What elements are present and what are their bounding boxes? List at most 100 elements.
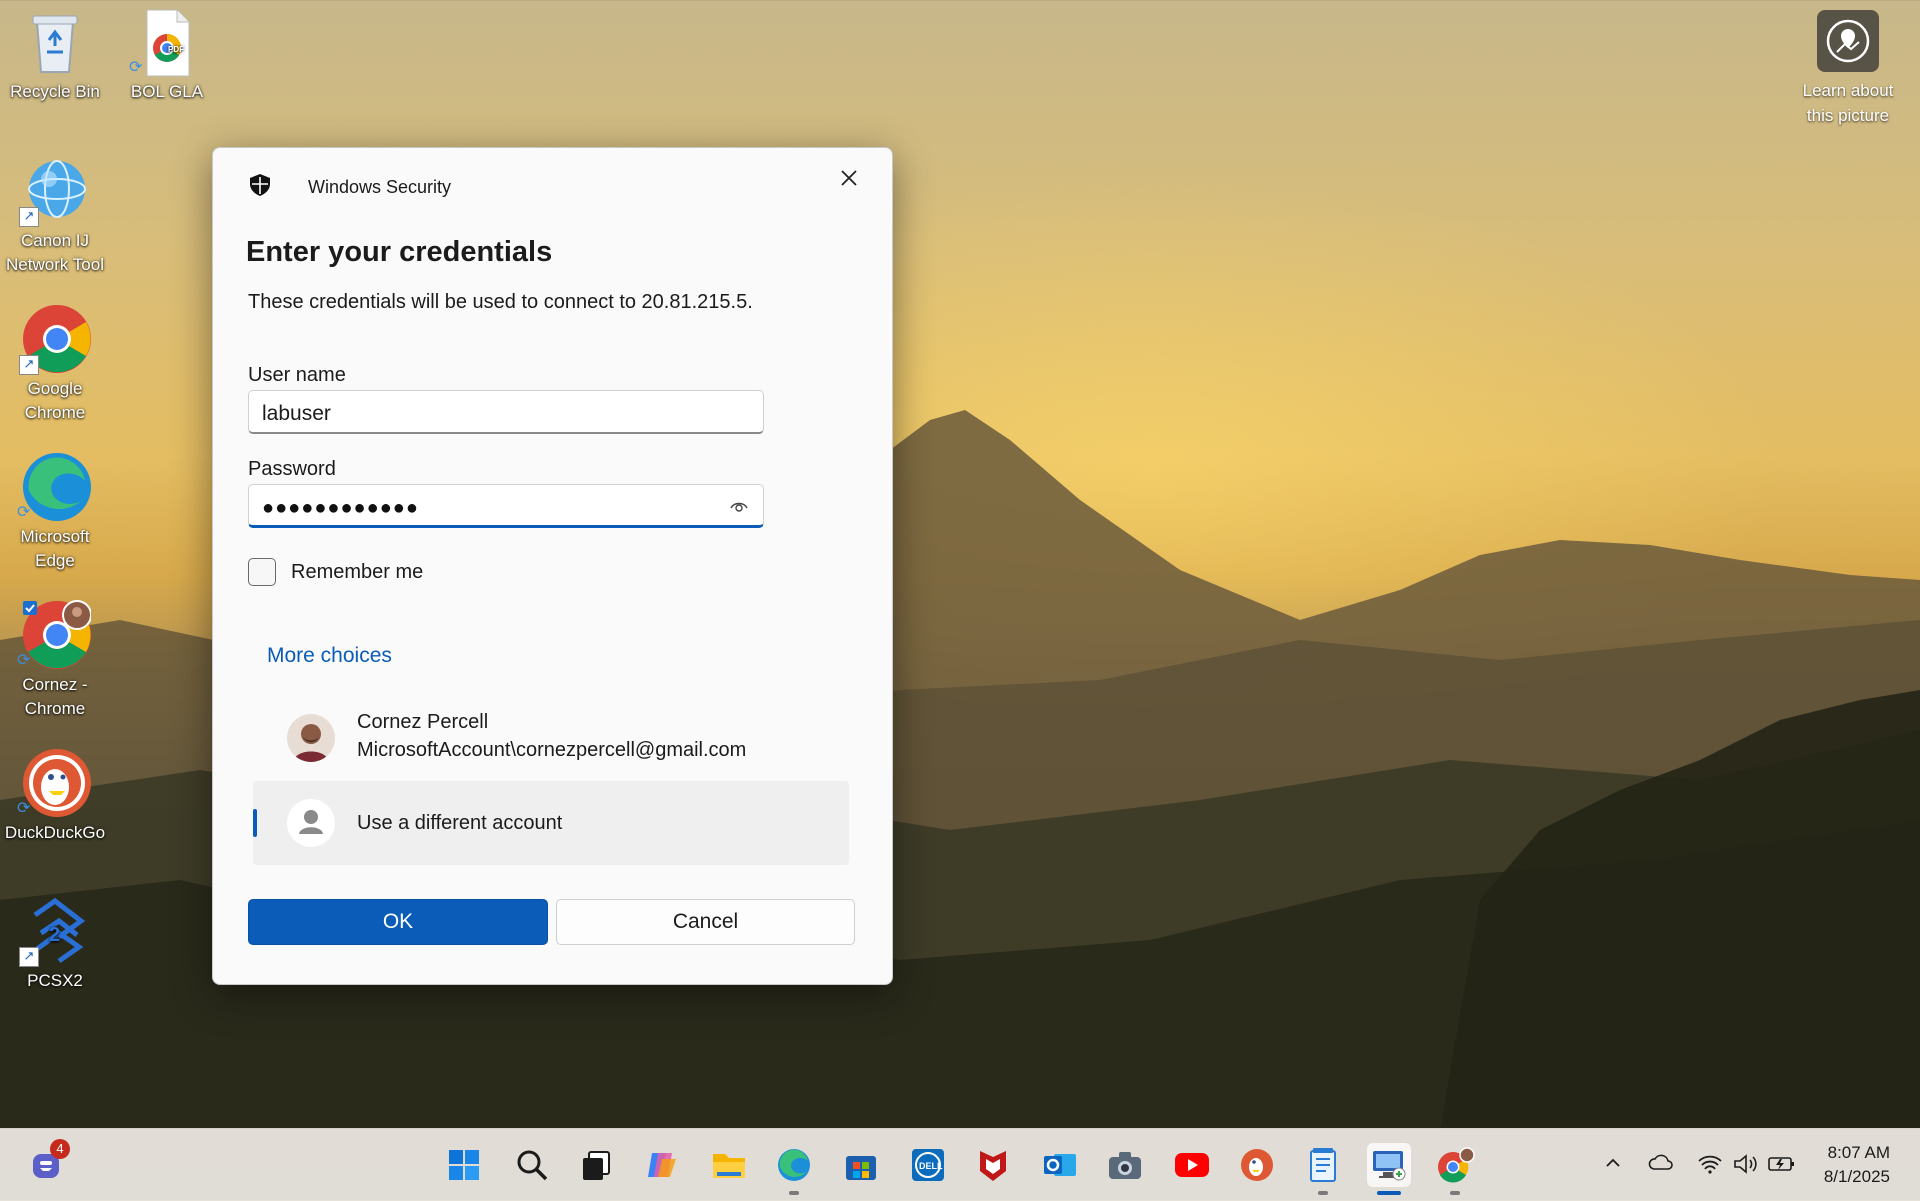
notification-badge: 4 <box>50 1139 70 1159</box>
desktop-icon-recycle-bin[interactable]: Recycle Bin <box>0 6 110 104</box>
chrome-icon: ↗ <box>19 303 91 375</box>
close-button[interactable] <box>826 158 872 198</box>
camera-icon <box>1109 1152 1141 1179</box>
remote-desktop-icon <box>1373 1151 1406 1181</box>
edge-icon: ⟳ <box>17 451 91 523</box>
canon-network-tool-icon: ↗ <box>19 155 91 227</box>
running-indicator <box>789 1191 799 1195</box>
file-explorer-icon <box>713 1154 745 1178</box>
desktop-icon-microsoft-edge[interactable]: ⟳ Microsoft Edge <box>0 451 110 573</box>
start-button[interactable] <box>442 1143 486 1187</box>
mcafee-icon <box>980 1151 1006 1181</box>
notepad-icon <box>1310 1148 1336 1182</box>
edge-icon <box>778 1149 810 1181</box>
edge-button[interactable] <box>772 1143 816 1195</box>
shield-icon <box>247 172 273 203</box>
username-field[interactable]: labuser <box>248 390 764 434</box>
avatar <box>287 714 335 762</box>
microsoft-store-icon <box>846 1156 876 1180</box>
dell-button[interactable]: DELL <box>906 1143 950 1187</box>
duckduckgo-icon <box>1241 1149 1273 1181</box>
search-button[interactable] <box>510 1143 554 1187</box>
svg-text:DELL: DELL <box>919 1161 943 1171</box>
remember-me-checkbox[interactable] <box>248 558 276 586</box>
desktop-icon-bol-gla[interactable]: PDF ⟳ BOL GLA <box>112 6 222 104</box>
learn-about-label: Learn about this picture <box>1802 81 1894 125</box>
account-name: Use a different account <box>357 812 563 834</box>
running-indicator <box>1318 1191 1328 1195</box>
more-choices-link[interactable]: More choices <box>267 644 392 668</box>
svg-text:PDF: PDF <box>168 45 184 54</box>
pdf-file-icon: PDF ⟳ <box>129 6 203 78</box>
windows-security-dialog: Windows Security Enter your credentials … <box>212 147 893 985</box>
desktop-icon-label: Canon IJ Network Tool <box>6 231 104 274</box>
learn-about-picture[interactable]: Learn about this picture <box>1788 10 1908 128</box>
dialog-title-bar: Windows Security <box>247 172 451 203</box>
system-clock[interactable]: 8:07 AM 8/1/2025 <box>1824 1141 1890 1189</box>
desktop-icon-label: Microsoft Edge <box>20 527 90 570</box>
password-label: Password <box>248 458 336 480</box>
camera-button[interactable] <box>1103 1143 1147 1187</box>
close-icon <box>841 170 857 186</box>
desktop-icon-label: Cornez - Chrome <box>22 675 88 718</box>
dialog-title: Windows Security <box>308 177 452 197</box>
remote-desktop-button[interactable] <box>1367 1143 1411 1195</box>
teams-button[interactable]: 4 <box>26 1139 70 1187</box>
desktop-icon-label: BOL GLA <box>130 82 204 101</box>
chrome-profile-icon: ⟳ <box>17 599 92 671</box>
desktop-icon-label: DuckDuckGo <box>4 823 106 842</box>
password-value: ●●●●●●●●●●●● <box>262 497 419 519</box>
camera-location-icon <box>1817 10 1879 72</box>
recycle-bin-icon <box>19 6 91 78</box>
file-explorer-button[interactable] <box>707 1143 751 1187</box>
dialog-heading: Enter your credentials <box>246 236 553 268</box>
wifi-icon[interactable] <box>1697 1153 1723 1180</box>
desktop-icon-pcsx2[interactable]: 2 ↗ PCSX2 <box>0 895 110 993</box>
running-indicator <box>1450 1191 1460 1195</box>
task-view-icon <box>583 1151 610 1180</box>
active-indicator <box>1377 1191 1401 1195</box>
show-hidden-icons-chevron[interactable] <box>1603 1153 1623 1178</box>
account-option-different[interactable]: Use a different account <box>253 781 849 865</box>
task-view-button[interactable] <box>574 1143 618 1187</box>
username-label: User name <box>248 364 346 386</box>
volume-icon[interactable] <box>1732 1153 1760 1180</box>
windows-start-icon <box>449 1150 479 1180</box>
search-icon <box>517 1150 548 1181</box>
desktop-icon-label: Google Chrome <box>24 379 86 422</box>
outlook-button[interactable] <box>1038 1143 1082 1187</box>
remember-me-label[interactable]: Remember me <box>291 561 423 584</box>
chrome-icon <box>1438 1147 1475 1183</box>
desktop-icon-canon[interactable]: ↗ Canon IJ Network Tool <box>0 155 110 277</box>
youtube-button[interactable] <box>1170 1143 1214 1187</box>
copilot-icon <box>648 1153 676 1177</box>
username-value: labuser <box>262 402 331 425</box>
reveal-password-icon[interactable] <box>729 497 749 520</box>
person-icon <box>287 799 335 847</box>
taskbar: 4 DELL 8:07 AM 8/1/2025 <box>0 1128 1920 1201</box>
selection-indicator <box>253 809 257 837</box>
notepad-button[interactable] <box>1301 1143 1345 1195</box>
copilot-button[interactable] <box>640 1143 684 1187</box>
mcafee-button[interactable] <box>971 1143 1015 1187</box>
account-detail: MicrosoftAccount\cornezpercell@gmail.com <box>357 739 747 761</box>
battery-charging-icon[interactable] <box>1767 1153 1797 1180</box>
chrome-button[interactable] <box>1433 1143 1477 1195</box>
outlook-icon <box>1044 1154 1076 1176</box>
clock-time: 8:07 AM <box>1827 1143 1890 1162</box>
account-option-cornez[interactable]: Cornez Percell MicrosoftAccount\cornezpe… <box>253 693 849 777</box>
desktop-icon-label: PCSX2 <box>27 971 83 990</box>
clock-date: 8/1/2025 <box>1823 1167 1890 1186</box>
desktop-icon-google-chrome[interactable]: ↗ Google Chrome <box>0 303 110 425</box>
account-name: Cornez Percell <box>357 711 489 733</box>
onedrive-icon[interactable] <box>1648 1153 1674 1178</box>
cancel-button[interactable]: Cancel <box>556 899 855 945</box>
dell-icon: DELL <box>912 1149 944 1181</box>
desktop-icon-cornez-chrome[interactable]: ⟳ Cornez - Chrome <box>0 599 110 721</box>
desktop-icon-duckduckgo[interactable]: ⟳ DuckDuckGo <box>0 747 110 845</box>
store-button[interactable] <box>839 1143 883 1187</box>
ok-button[interactable]: OK <box>248 899 548 945</box>
duckduckgo-icon: ⟳ <box>17 747 91 819</box>
duckduckgo-button[interactable] <box>1235 1143 1279 1187</box>
password-field[interactable]: ●●●●●●●●●●●● <box>248 484 764 528</box>
